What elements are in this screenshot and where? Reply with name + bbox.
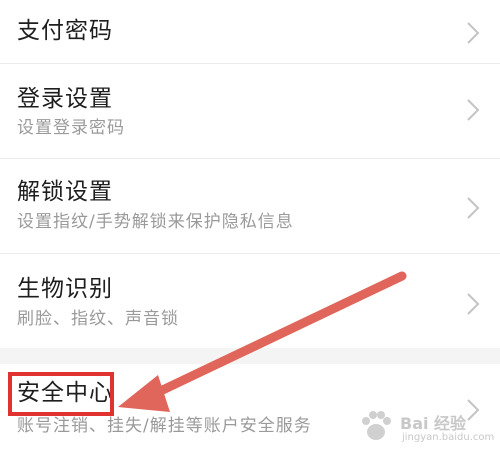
watermark-brand: Bai 经验 xyxy=(400,414,467,433)
watermark: Bai 经验 jingyan.baidu.com xyxy=(352,402,495,452)
settings-item-title: 生物识别 xyxy=(17,276,113,302)
chevron-right-icon xyxy=(467,197,480,219)
chevron-right-icon xyxy=(467,22,480,44)
chevron-right-icon xyxy=(467,293,480,315)
section-separator xyxy=(0,348,500,364)
chevron-right-icon xyxy=(467,99,480,121)
settings-item-subtitle: 账号注销、挂失/解挂等账户安全服务 xyxy=(17,416,312,436)
settings-item-payment-password[interactable]: 支付密码 xyxy=(0,0,500,63)
paw-logo-icon xyxy=(362,411,391,440)
highlight-box-annotation xyxy=(8,372,114,416)
settings-item-subtitle: 设置登录密码 xyxy=(17,118,125,138)
settings-item-title: 解锁设置 xyxy=(17,179,113,205)
settings-item-subtitle: 设置指纹/手势解锁来保护隐私信息 xyxy=(17,212,294,232)
security-settings-screen: 支付密码 登录设置 设置登录密码 解锁设置 设置指纹/手势解锁来保护隐私信息 生… xyxy=(0,0,500,458)
settings-item-biometrics[interactable]: 生物识别 刷脸、指纹、声音锁 xyxy=(0,254,500,348)
settings-item-unlock-settings[interactable]: 解锁设置 设置指纹/手势解锁来保护隐私信息 xyxy=(0,159,500,253)
watermark-domain: jingyan.baidu.com xyxy=(402,432,495,443)
settings-item-subtitle: 刷脸、指纹、声音锁 xyxy=(17,309,179,329)
settings-item-title: 支付密码 xyxy=(17,18,113,44)
settings-item-title: 登录设置 xyxy=(17,86,113,112)
settings-item-login-settings[interactable]: 登录设置 设置登录密码 xyxy=(0,64,500,158)
